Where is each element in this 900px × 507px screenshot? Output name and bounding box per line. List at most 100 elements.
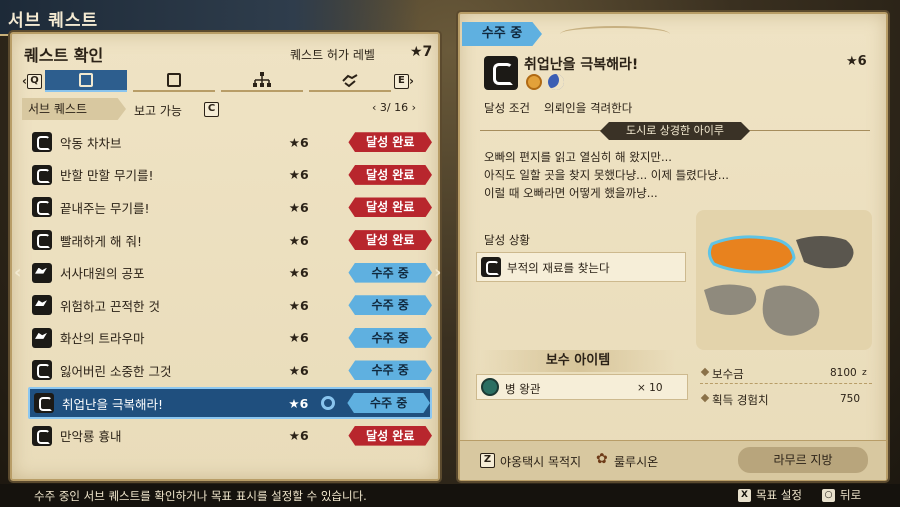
quest-name: 취업난을 극복해라! (62, 396, 163, 412)
cat-icon (481, 257, 501, 277)
quest-stars: ★6 (288, 395, 309, 411)
money-value: 8100 (830, 367, 857, 379)
scroll-icon (78, 73, 93, 87)
status-badge: 달성 완료 (348, 230, 432, 251)
quest-list: 악동 차차브 ★6 달성 완료 반할 만할 무기를! ★6 달성 완료 끝내주는… (28, 126, 432, 452)
quest-name: 화산의 트라우마 (60, 331, 145, 347)
money-label: 보수금 (712, 367, 744, 381)
moon-icon (548, 74, 564, 90)
status-badge: 달성 완료 (348, 425, 432, 446)
quest-row[interactable]: 끝내주는 무기를! ★6 달성 완료 (28, 191, 432, 224)
paw-icon: ✿ (596, 451, 608, 467)
filter-toggle-key: C (204, 102, 219, 117)
filter-sub-quest[interactable]: 서브 퀘스트 (22, 98, 126, 120)
hierarchy-icon (252, 72, 271, 87)
quest-stars: ★6 (288, 134, 309, 150)
detail-footer: Z 야옹택시 목적지 ✿ 룰루시온 라무르 지방 (460, 440, 886, 480)
quest-row[interactable]: 화산의 트라우마 ★6 수주 중 (28, 322, 432, 355)
status-badge: 수주 중 (348, 360, 432, 381)
filter-reportable[interactable]: 보고 가능 (134, 102, 182, 119)
tab-hierarchy[interactable] (220, 70, 303, 92)
permit-level-value: ★7 (410, 44, 433, 60)
page-next-icon[interactable]: › (412, 101, 416, 114)
desc-line: 오빠의 편지를 읽고 열심히 해 왔지만... (484, 150, 672, 164)
diamond-icon (700, 393, 710, 403)
cat-icon (484, 56, 518, 90)
ornament-divider (560, 26, 670, 42)
status-badge: 수주 중 (462, 22, 542, 46)
quest-row[interactable]: 악동 차차브 ★6 달성 완료 (28, 126, 432, 159)
quest-row[interactable]: 반할 만할 무기를! ★6 달성 완료 (28, 159, 432, 192)
quest-name: 잃어버린 소중한 그것 (60, 363, 172, 379)
quest-row[interactable]: 빨래하게 해 줘! ★6 달성 완료 (28, 224, 432, 257)
list-next-arrow-icon[interactable]: › (434, 262, 441, 283)
quest-row[interactable]: 위험하고 끈적한 것 ★6 수주 중 (28, 289, 432, 322)
cat-icon (32, 360, 52, 381)
progress-item: 부적의 재료를 찾는다 (476, 252, 686, 282)
page-prev-icon[interactable]: ‹ (372, 101, 380, 114)
quest-name: 악동 차차브 (60, 135, 122, 151)
reward-name: 병 왕관 (505, 382, 541, 396)
cat-icon (32, 164, 52, 185)
quest-row[interactable]: 만악룡 흉내 ★6 달성 완료 (28, 419, 432, 452)
quest-stars: ★6 (288, 167, 309, 183)
tab-handshake[interactable] (308, 70, 391, 92)
panel-title: 퀘스트 확인 (24, 46, 104, 65)
progress-label: 달성 상황 (484, 233, 530, 247)
quest-description: 오빠의 편지를 읽고 열심히 해 왔지만... 아직도 일할 곳을 찾지 못했다… (484, 148, 864, 202)
chevron-right-icon[interactable]: › (409, 74, 414, 88)
quest-row-selected[interactable]: 취업난을 극복해라! ★6 수주 중 (28, 386, 432, 420)
quest-detail-panel: 수주 중 취업난을 극복해라! ★6 달성 조건 의뢰인을 격려한다 도시로 상… (458, 12, 888, 481)
bottom-help-bar: 수주 중인 서브 퀘스트를 확인하거나 목표 표시를 설정할 수 있습니다. X… (0, 484, 900, 507)
quest-row[interactable]: 서사대원의 공포 ★6 수주 중 (28, 256, 432, 289)
desc-line: 이럴 때 오빠라면 어떻게 했을까냥... (484, 186, 658, 200)
tab-bar: ‹ Q E › (22, 70, 432, 92)
cat-icon (34, 393, 54, 414)
back-label: 뒤로 (840, 488, 862, 502)
quest-row[interactable]: 잃어버린 소중한 그것 ★6 수주 중 (28, 354, 432, 387)
status-badge: 달성 완료 (348, 132, 432, 153)
filter-row: 서브 퀘스트 보고 가능 C ‹ 3/ 16 › (22, 98, 432, 120)
permit-level-label: 퀘스트 허가 레벨 (290, 48, 375, 62)
status-badge: 수주 중 (348, 327, 432, 348)
set-target-label: 목표 설정 (756, 488, 802, 502)
set-target-button[interactable]: X 목표 설정 (738, 487, 802, 503)
detail-stars: ★6 (846, 54, 867, 69)
xp-value: 750 (840, 393, 861, 405)
tab-prev-key: Q (26, 73, 42, 89)
quest-name: 만악룡 흉내 (60, 429, 122, 445)
client-name: 도시로 상경한 아이루 (600, 122, 750, 140)
detail-title: 취업난을 극복해라! (524, 57, 639, 73)
page-number: 3/ 16 (379, 101, 409, 114)
taxi-key: Z (480, 453, 495, 468)
reward-quantity: × 10 (637, 382, 663, 394)
help-text: 수주 중인 서브 퀘스트를 확인하거나 목표 표시를 설정할 수 있습니다. (34, 489, 367, 503)
tab-quest-scroll[interactable] (44, 70, 127, 92)
list-prev-arrow-icon[interactable]: ‹ (14, 262, 21, 283)
progress-text: 부적의 재료를 찾는다 (507, 261, 610, 275)
reward-item: 병 왕관 × 10 (476, 374, 688, 400)
desc-line: 아직도 일할 곳을 찾지 못했다냥... 이제 틀렸다냥... (484, 168, 729, 182)
page-indicator: ‹ 3/ 16 › (372, 101, 416, 114)
quest-name: 반할 만할 무기를! (60, 168, 154, 184)
taxi-destination: 룰루시온 (614, 455, 659, 469)
quest-stars: ★6 (288, 362, 309, 378)
x-button-icon: X (738, 488, 751, 502)
status-badge: 수주 중 (348, 262, 432, 283)
cat-icon (32, 132, 52, 153)
tab-notice[interactable] (132, 70, 215, 92)
quest-list-panel: 퀘스트 확인 퀘스트 허가 레벨 ★7 ‹ Q E › 서브 퀘스트 보고 가능… (10, 32, 440, 481)
condition-label: 달성 조건 (484, 101, 530, 115)
quest-stars: ★6 (288, 265, 309, 281)
taxi-label[interactable]: 야옹택시 목적지 (500, 453, 581, 470)
back-button[interactable]: ○ 뒤로 (822, 487, 861, 503)
handshake-icon (342, 74, 358, 88)
money-unit: z (862, 368, 867, 378)
status-badge: 수주 중 (347, 393, 431, 414)
quest-stars: ★6 (288, 428, 309, 444)
quest-stars: ★6 (288, 232, 309, 248)
monster-icon (32, 327, 52, 348)
reward-money-row: 보수금 8100 z (700, 362, 872, 384)
status-badge: 달성 완료 (348, 197, 432, 218)
cat-icon (32, 197, 52, 218)
